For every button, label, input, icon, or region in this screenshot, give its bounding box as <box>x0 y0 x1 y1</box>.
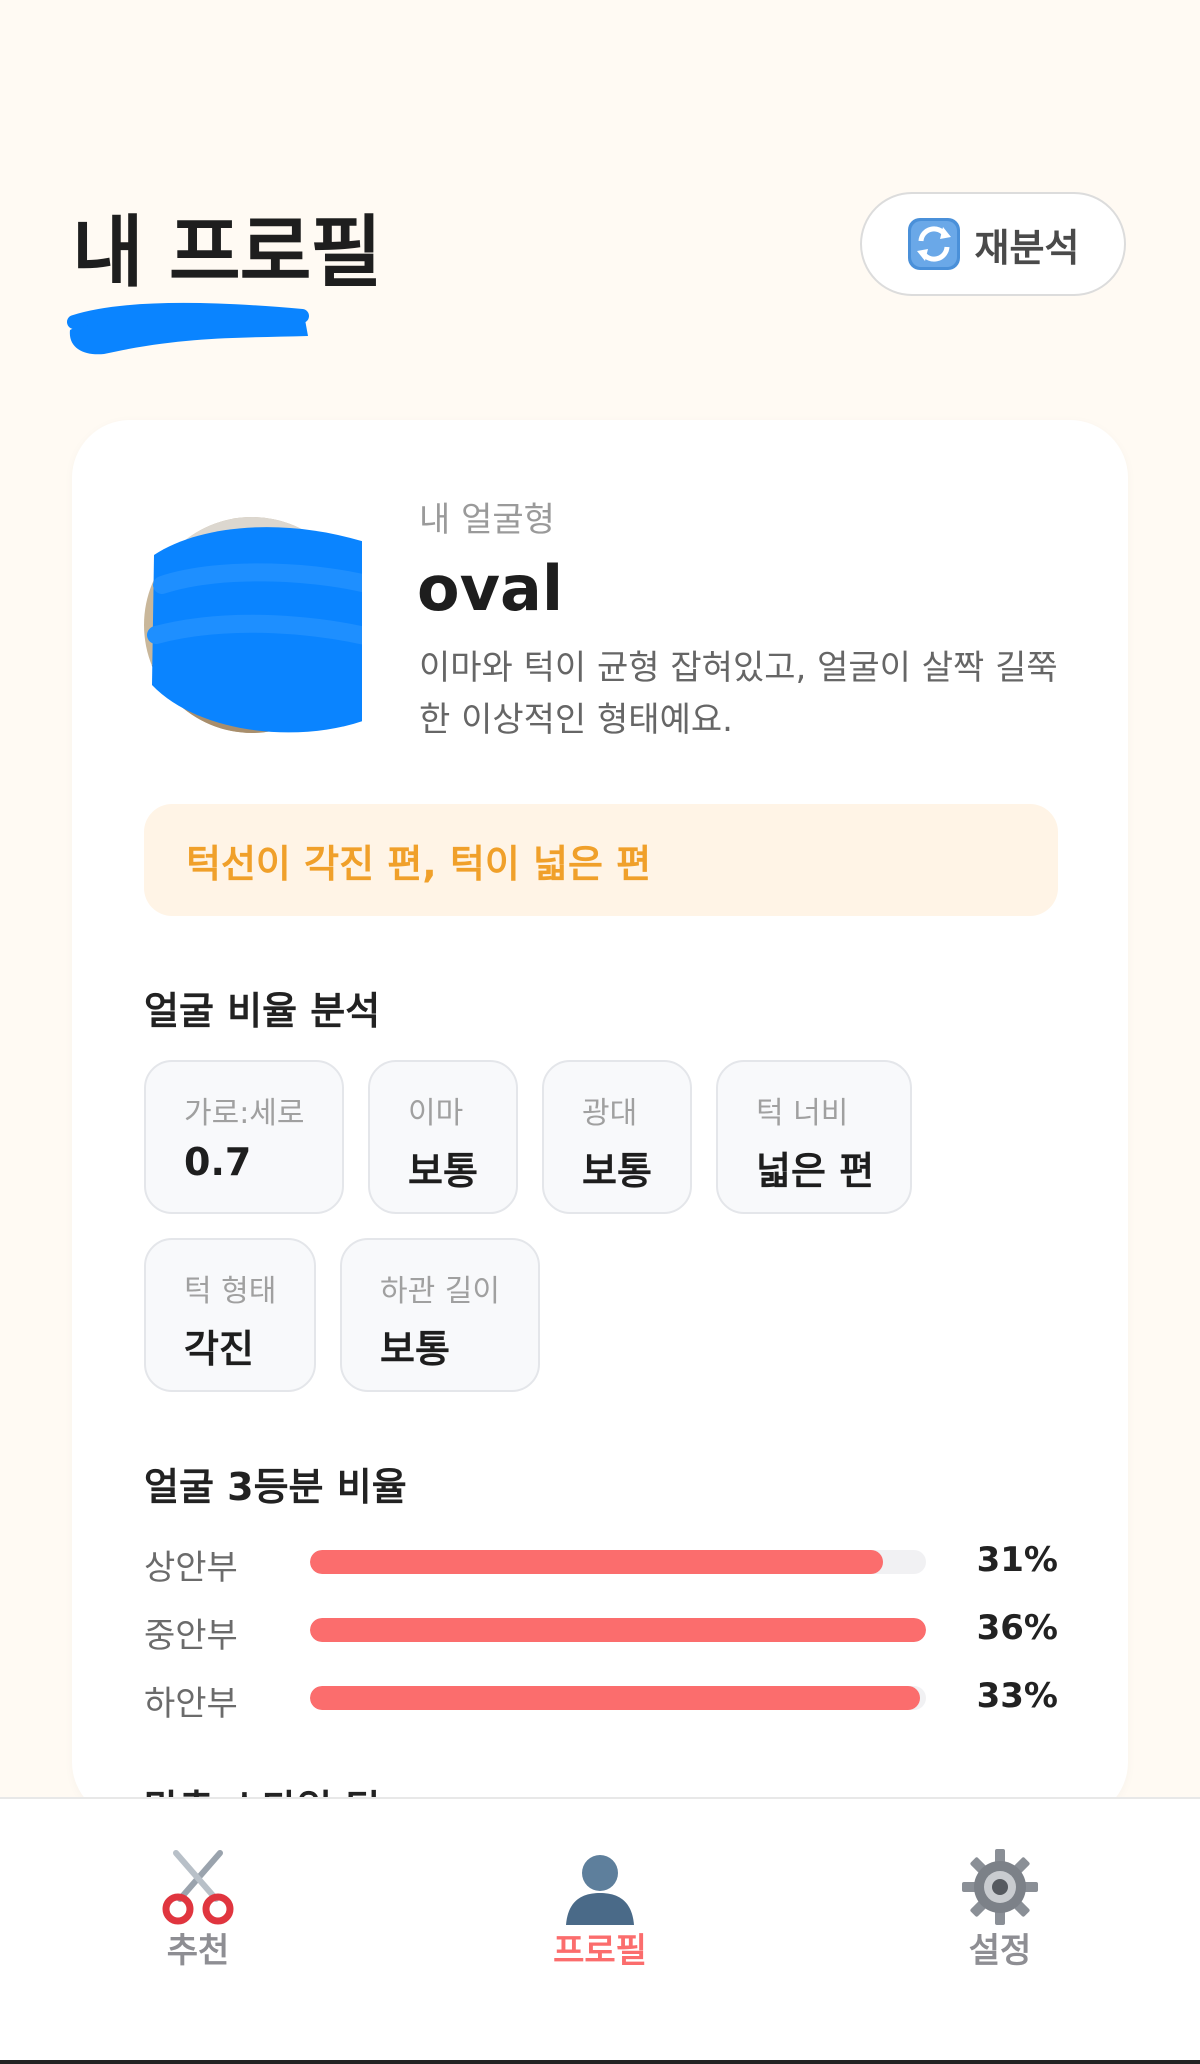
thirds-bar-fill <box>310 1618 926 1642</box>
face-shape-label: 내 얼굴형 <box>419 500 555 540</box>
thirds-row-label: 중안부 <box>144 1616 238 1656</box>
thirds-row-label: 하안부 <box>144 1684 238 1724</box>
tab-settings[interactable]: 설정 <box>920 1847 1080 1972</box>
bottom-tab-bar: 추천 프로필 설정 <box>0 1797 1200 2064</box>
thirds-row: 중안부 36% <box>144 1604 1058 1656</box>
thirds-row-label: 상안부 <box>144 1548 238 1588</box>
header: 내 프로필 재분석 <box>0 0 1200 420</box>
metric-value: 넓은 편 <box>756 1149 875 1193</box>
metric-card: 턱 형태 각진 <box>144 1238 316 1392</box>
tab-label: 추천 <box>166 1931 230 1971</box>
trait-banner: 턱선이 각진 편, 턱이 넓은 편 <box>144 804 1058 916</box>
face-shape-name: oval <box>417 552 564 625</box>
metric-label: 하관 길이 <box>380 1274 500 1309</box>
tab-profile[interactable]: 프로필 <box>520 1847 680 1972</box>
thirds-row-value: 31% <box>976 1540 1058 1580</box>
page-title: 내 프로필 <box>72 208 382 298</box>
thirds-bar-fill <box>310 1686 920 1710</box>
thirds-bar-track <box>310 1686 926 1710</box>
metric-label: 가로:세로 <box>184 1096 305 1131</box>
thirds-bar-track <box>310 1618 926 1642</box>
metric-value: 보통 <box>380 1327 450 1371</box>
thirds-row-value: 33% <box>976 1676 1058 1716</box>
person-icon <box>566 1855 634 1925</box>
avatar <box>144 517 362 733</box>
thirds-bar-track <box>310 1550 926 1574</box>
scissors-icon <box>162 1850 234 1925</box>
metric-card: 턱 너비 넓은 편 <box>716 1060 912 1214</box>
tab-recommend[interactable]: 추천 <box>118 1847 278 1972</box>
metric-card: 하관 길이 보통 <box>340 1238 540 1392</box>
metric-value: 0.7 <box>184 1140 252 1184</box>
metric-value: 보통 <box>582 1149 652 1193</box>
thirds-bar-fill <box>310 1550 883 1574</box>
metric-card: 가로:세로 0.7 <box>144 1060 344 1214</box>
gear-icon <box>962 1849 1038 1925</box>
thirds-row-value: 36% <box>976 1608 1058 1648</box>
metric-value: 보통 <box>408 1149 478 1193</box>
home-indicator <box>0 2060 1200 2064</box>
thirds-row: 하안부 33% <box>144 1672 1058 1724</box>
metric-label: 턱 형태 <box>184 1274 277 1309</box>
metric-label: 턱 너비 <box>756 1096 849 1131</box>
reanalyze-label: 재분석 <box>974 225 1080 270</box>
metric-value: 각진 <box>184 1327 254 1371</box>
face-shape-description: 이마와 턱이 균형 잡혀있고, 얼굴이 살짝 길쭉한 이상적인 형태예요. <box>419 648 1058 740</box>
ratio-analysis-title: 얼굴 비율 분석 <box>144 989 381 1033</box>
tab-label: 설정 <box>968 1931 1032 1971</box>
metric-label: 이마 <box>408 1096 464 1131</box>
redacted-name-scribble <box>67 302 309 355</box>
face-thirds-title: 얼굴 3등분 비율 <box>144 1465 407 1509</box>
profile-card: 내 얼굴형 oval 이마와 턱이 균형 잡혀있고, 얼굴이 살짝 길쭉한 이상… <box>72 420 1128 1820</box>
metric-label: 광대 <box>582 1096 638 1131</box>
metric-card: 이마 보통 <box>368 1060 518 1214</box>
tab-label: 프로필 <box>553 1931 647 1971</box>
metric-card: 광대 보통 <box>542 1060 692 1214</box>
refresh-icon <box>907 218 960 270</box>
reanalyze-button[interactable]: 재분석 <box>860 192 1126 296</box>
thirds-row: 상안부 31% <box>144 1536 1058 1588</box>
